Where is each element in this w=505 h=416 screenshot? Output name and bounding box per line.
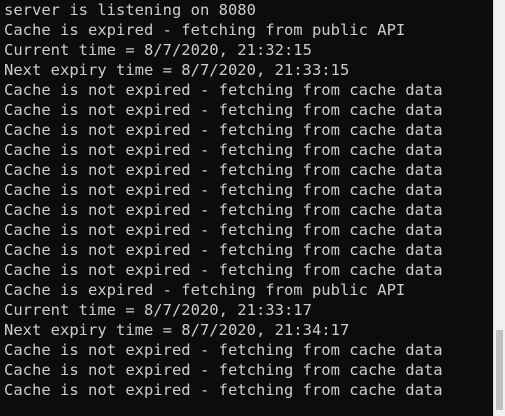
- console-line: Next expiry time = 8/7/2020, 21:33:15: [4, 61, 350, 79]
- console-line: Cache is not expired - fetching from cac…: [4, 241, 443, 259]
- console-line: server is listening on 8080: [4, 1, 256, 19]
- console-line: Cache is not expired - fetching from cac…: [4, 201, 443, 219]
- console-window[interactable]: server is listening on 8080 Cache is exp…: [0, 0, 493, 416]
- console-line: Cache is not expired - fetching from cac…: [4, 161, 443, 179]
- console-line: Cache is expired - fetching from public …: [4, 21, 406, 39]
- console-line: Cache is not expired - fetching from cac…: [4, 181, 443, 199]
- console-line: Cache is not expired - fetching from cac…: [4, 81, 443, 99]
- console-line: Cache is not expired - fetching from cac…: [4, 101, 443, 119]
- console-line: Cache is not expired - fetching from cac…: [4, 341, 443, 359]
- console-line: Cache is not expired - fetching from cac…: [4, 261, 443, 279]
- scrollbar-thumb[interactable]: [496, 330, 503, 410]
- console-line: Cache is not expired - fetching from cac…: [4, 121, 443, 139]
- console-line: Current time = 8/7/2020, 21:33:17: [4, 301, 312, 319]
- console-line: Cache is expired - fetching from public …: [4, 281, 406, 299]
- console-line: Next expiry time = 8/7/2020, 21:34:17: [4, 321, 350, 339]
- vertical-scrollbar[interactable]: [493, 0, 505, 416]
- console-output: server is listening on 8080 Cache is exp…: [4, 0, 443, 400]
- console-line: Current time = 8/7/2020, 21:32:15: [4, 41, 312, 59]
- console-line: Cache is not expired - fetching from cac…: [4, 381, 443, 399]
- console-line: Cache is not expired - fetching from cac…: [4, 221, 443, 239]
- console-line: Cache is not expired - fetching from cac…: [4, 361, 443, 379]
- console-line: Cache is not expired - fetching from cac…: [4, 141, 443, 159]
